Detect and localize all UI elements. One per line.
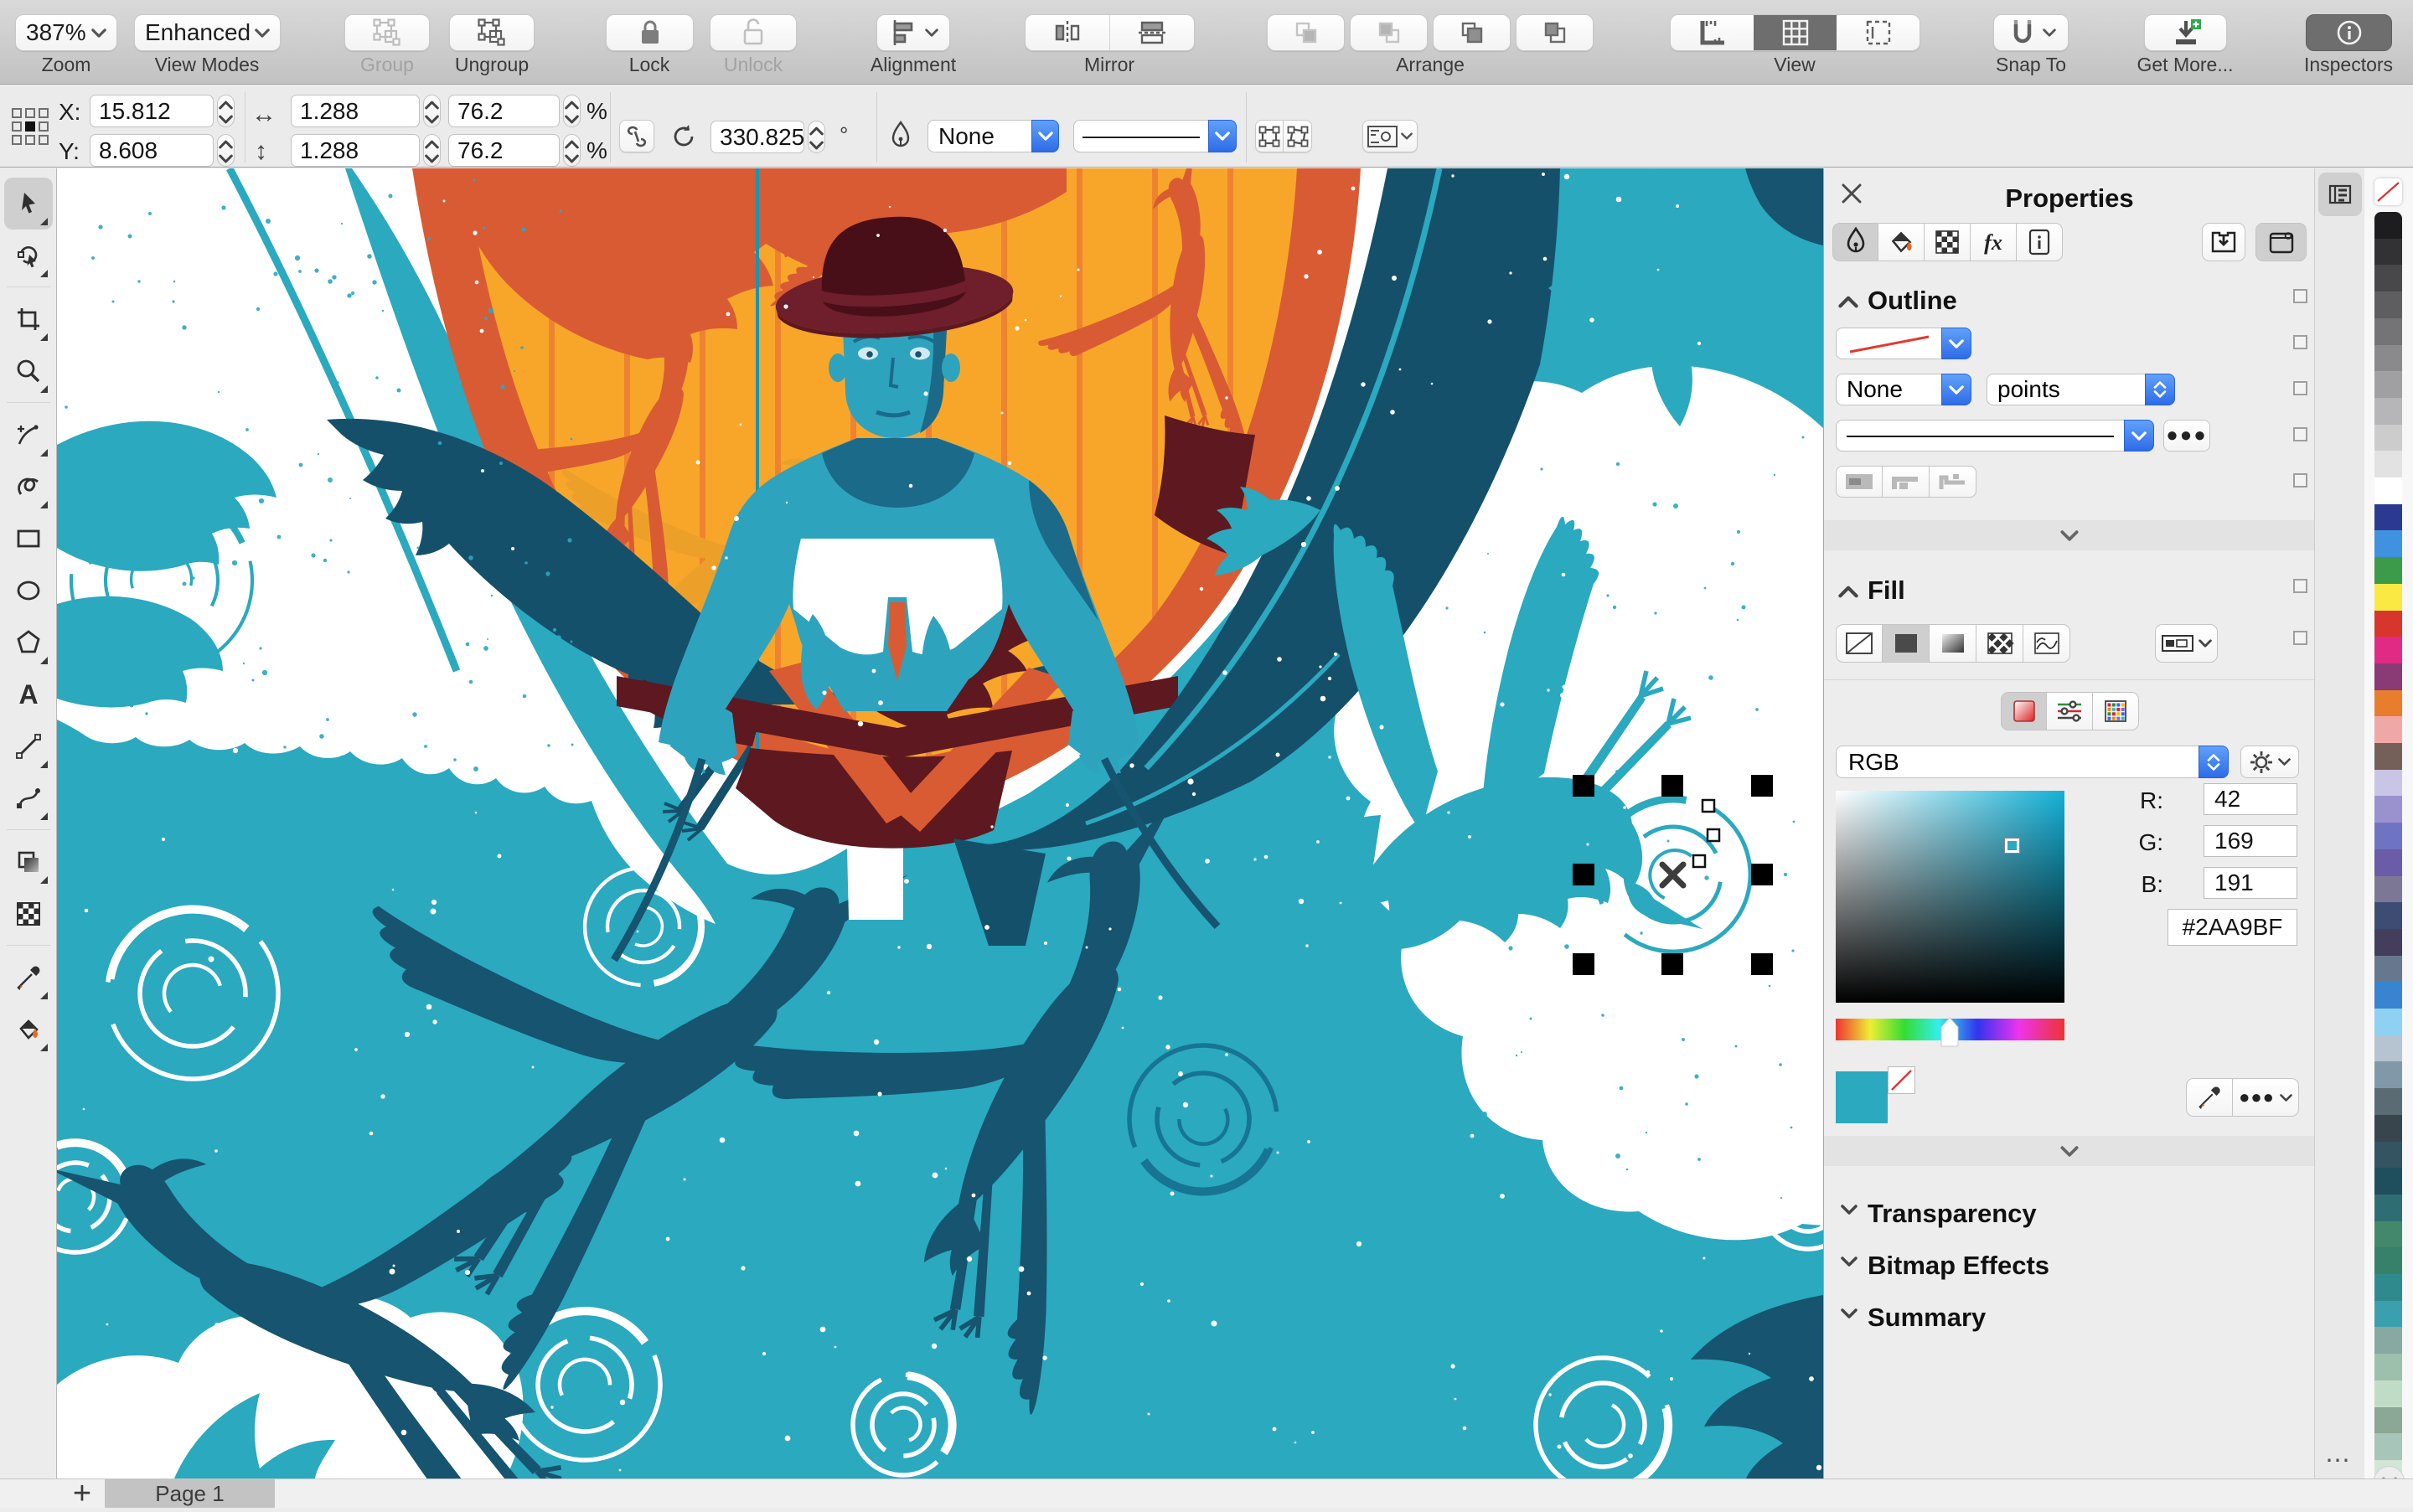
- svg-text:fx: fx: [1984, 230, 2002, 255]
- svg-text:A: A: [18, 680, 38, 709]
